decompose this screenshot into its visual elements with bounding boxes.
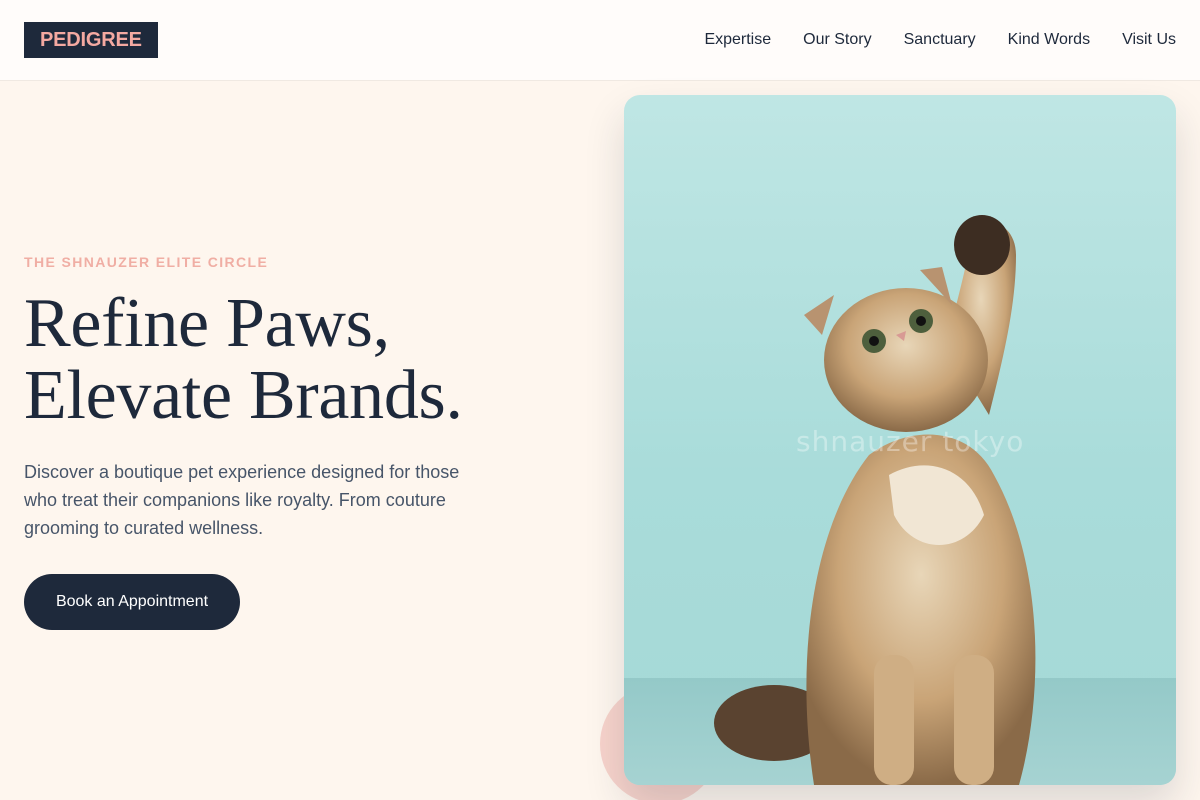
nav-link-our-story[interactable]: Our Story bbox=[803, 31, 871, 49]
main-nav: Expertise Our Story Sanctuary Kind Words… bbox=[704, 31, 1176, 49]
hero-image-kitten: shnauzer tokyo bbox=[624, 95, 1176, 785]
nav-link-visit-us[interactable]: Visit Us bbox=[1122, 31, 1176, 49]
brand-logo[interactable]: PEDIGREE bbox=[24, 22, 158, 58]
hero-eyebrow: THE SHNAUZER ELITE CIRCLE bbox=[24, 254, 269, 270]
hero-description: Discover a boutique pet experience desig… bbox=[24, 462, 460, 538]
nav-link-sanctuary[interactable]: Sanctuary bbox=[904, 31, 976, 49]
nav-link-kind-words[interactable]: Kind Words bbox=[1008, 31, 1090, 49]
site-header: PEDIGREE Expertise Our Story Sanctuary K… bbox=[0, 0, 1200, 81]
hero-headline: Refine Paws, Elevate Brands. bbox=[24, 288, 584, 432]
book-appointment-button[interactable]: Book an Appointment bbox=[24, 574, 240, 630]
image-watermark: shnauzer tokyo bbox=[796, 425, 1025, 458]
headline-line-2: Elevate Brands. bbox=[24, 357, 463, 434]
headline-line-1: Refine Paws, bbox=[24, 285, 390, 362]
nav-link-expertise[interactable]: Expertise bbox=[704, 31, 771, 49]
